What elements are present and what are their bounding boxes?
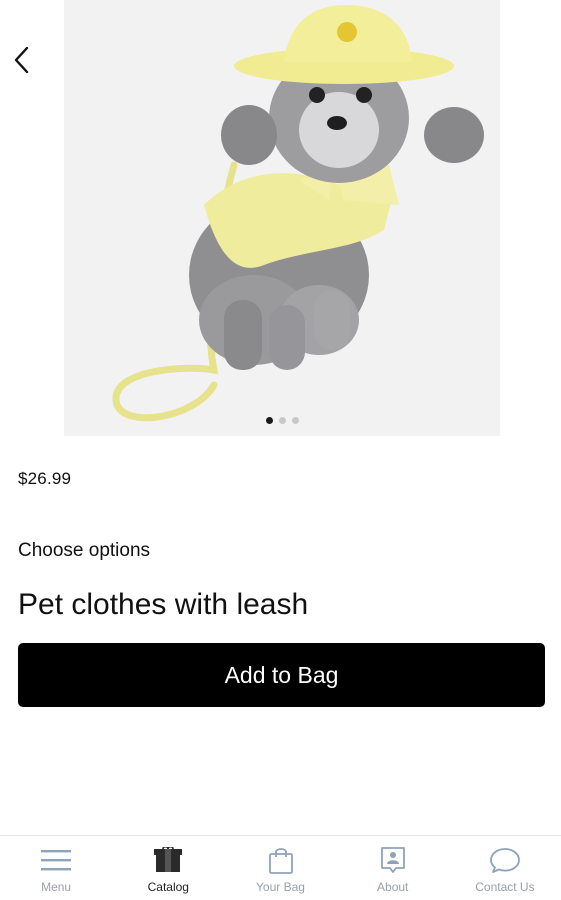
tab-label: Catalog bbox=[147, 880, 189, 894]
tab-label: Your Bag bbox=[256, 880, 305, 894]
catalog-icon bbox=[153, 846, 183, 874]
tab-label: Contact Us bbox=[475, 880, 535, 894]
back-button[interactable] bbox=[6, 40, 36, 80]
tab-your-bag[interactable]: Your Bag bbox=[224, 836, 336, 900]
carousel-dot[interactable] bbox=[265, 417, 273, 424]
product-price: $26.99 bbox=[18, 469, 72, 488]
carousel-dot[interactable] bbox=[291, 417, 299, 424]
add-to-bag-button[interactable]: Add to Bag bbox=[18, 643, 545, 707]
tab-catalog[interactable]: Catalog bbox=[112, 836, 224, 900]
tab-menu[interactable]: Menu bbox=[0, 836, 112, 900]
chat-icon bbox=[489, 846, 521, 874]
bottom-tab-bar: Menu Catalog Your Bag About Contact Us bbox=[0, 835, 561, 900]
chevron-left-icon bbox=[14, 46, 29, 74]
product-title: Pet clothes with leash bbox=[18, 588, 309, 621]
bag-icon bbox=[268, 846, 294, 874]
product-image-carousel[interactable] bbox=[64, 0, 500, 436]
tab-label: About bbox=[377, 880, 409, 894]
tab-contact-us[interactable]: Contact Us bbox=[449, 836, 561, 900]
menu-icon bbox=[40, 846, 72, 874]
carousel-dot[interactable] bbox=[278, 417, 286, 424]
product-image bbox=[64, 0, 500, 436]
tab-label: Menu bbox=[41, 880, 72, 894]
choose-options-label: Choose options bbox=[18, 540, 151, 561]
about-icon bbox=[380, 846, 406, 874]
tab-about[interactable]: About bbox=[337, 836, 449, 900]
carousel-pagination[interactable] bbox=[64, 417, 500, 424]
